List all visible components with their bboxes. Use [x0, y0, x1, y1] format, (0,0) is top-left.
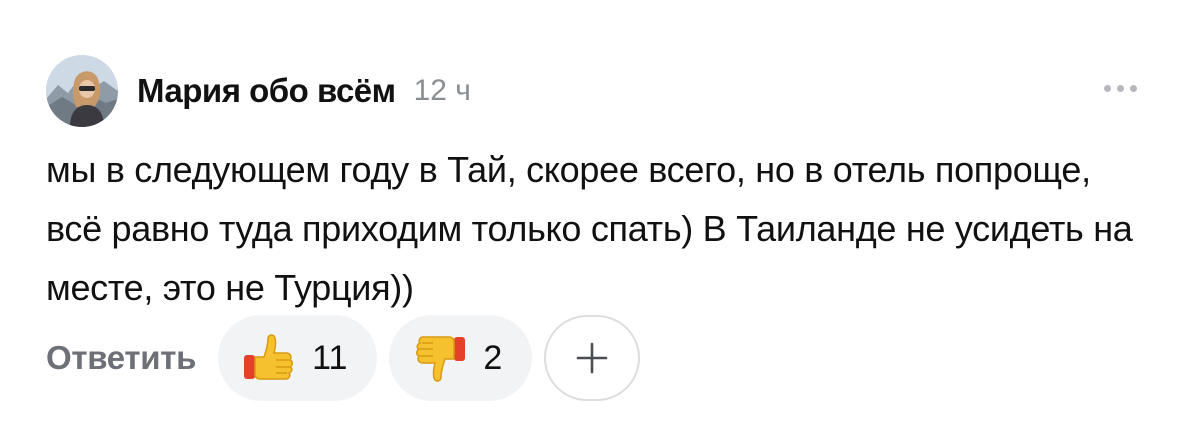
- dislike-button[interactable]: 2: [389, 315, 533, 401]
- more-dots-icon: [1103, 84, 1111, 92]
- comment-text: мы в следующем году в Тай, скорее всего,…: [46, 149, 1133, 308]
- author-row: Мария обо всём 12 ч: [137, 68, 471, 114]
- thumbs-down-icon: [416, 336, 466, 382]
- like-count: 11: [312, 338, 348, 377]
- avatar-photo-icon: [46, 55, 118, 127]
- more-options-button[interactable]: [1096, 74, 1144, 102]
- comment-actions: Ответить 11 2: [46, 315, 641, 401]
- like-button[interactable]: 11: [218, 315, 378, 401]
- more-dots-icon: [1116, 84, 1124, 92]
- plus-icon: [577, 342, 608, 374]
- timestamp: 12 ч: [413, 74, 471, 107]
- author-avatar[interactable]: [46, 55, 118, 127]
- author-name[interactable]: Мария обо всём: [137, 72, 396, 110]
- add-reaction-button[interactable]: [544, 315, 641, 401]
- dislike-count: 2: [483, 338, 503, 377]
- more-dots-icon: [1129, 84, 1137, 92]
- reply-button[interactable]: Ответить: [46, 339, 196, 377]
- comment: Мария обо всём 12 ч мы в следующем году …: [0, 0, 1200, 441]
- thumbs-up-icon: [244, 334, 294, 380]
